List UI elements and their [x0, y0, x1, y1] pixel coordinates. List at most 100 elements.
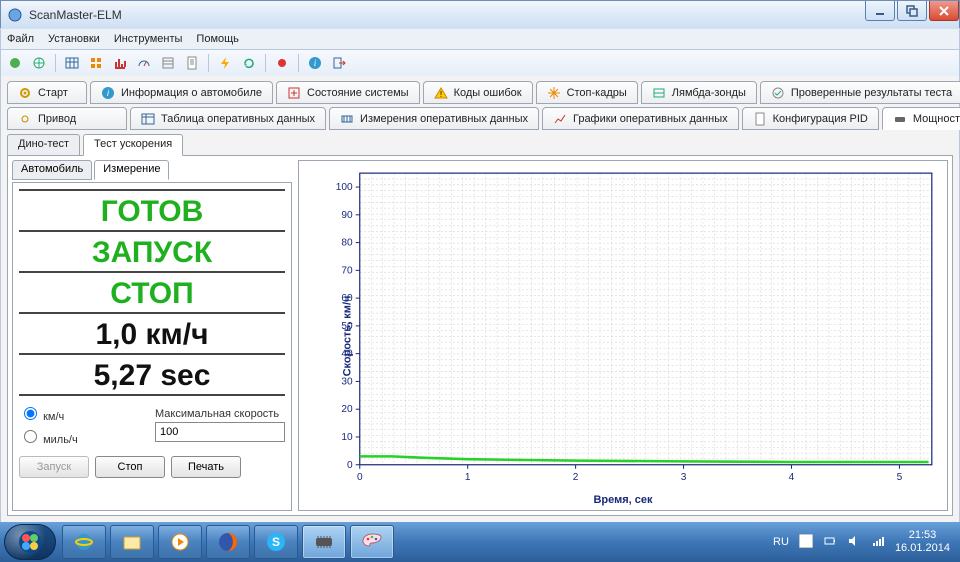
taskbar-paint-icon[interactable]	[350, 525, 394, 559]
innertab-measure[interactable]: Измерение	[94, 160, 169, 180]
tab-label: Таблица оперативных данных	[161, 113, 315, 125]
tray-volume-icon[interactable]	[847, 534, 861, 551]
tray-flag-icon[interactable]	[799, 534, 813, 551]
tab-error-codes[interactable]: ! Коды ошибок	[423, 81, 533, 104]
stop-button[interactable]: Стоп	[95, 456, 165, 478]
taskbar-scanmaster-icon[interactable]	[302, 525, 346, 559]
tab-system-status[interactable]: Состояние системы	[276, 81, 420, 104]
maxspeed-label: Максимальная скорость	[155, 408, 285, 420]
graph-icon	[553, 112, 567, 126]
start-button-taskbar[interactable]	[4, 524, 56, 560]
status-icon	[287, 86, 301, 100]
chart-xlabel: Время, сек	[593, 494, 652, 506]
tab-label: Привод	[38, 113, 76, 125]
speed-value: 1,0 км/ч	[19, 314, 285, 355]
warning-icon: !	[434, 86, 448, 100]
table-icon	[141, 112, 155, 126]
tool-globe-icon[interactable]	[29, 53, 49, 73]
tab-label: Графики оперативных данных	[573, 113, 728, 125]
window-title: ScanMaster-ELM	[29, 8, 122, 22]
maxspeed-input[interactable]	[155, 422, 285, 442]
menu-tools[interactable]: Инструменты	[114, 33, 183, 45]
svg-text:4: 4	[789, 472, 795, 483]
svg-text:!: !	[439, 90, 441, 99]
info-icon: i	[101, 86, 115, 100]
taskbar-explorer-icon[interactable]	[110, 525, 154, 559]
tray-lang[interactable]: RU	[773, 536, 789, 548]
tab-live-table[interactable]: Таблица оперативных данных	[130, 107, 326, 130]
svg-text:S: S	[272, 535, 280, 549]
tool-table-icon[interactable]	[62, 53, 82, 73]
power-subtabs: Дино-тест Тест ускорения	[7, 134, 953, 156]
radio-mph[interactable]: миль/ч	[19, 427, 78, 446]
tab-power[interactable]: Мощность	[882, 107, 960, 130]
tool-connect-icon[interactable]	[5, 53, 25, 73]
tab-pid-config[interactable]: Конфигурация PID	[742, 107, 879, 130]
tool-refresh-icon[interactable]	[239, 53, 259, 73]
tool-record-icon[interactable]	[272, 53, 292, 73]
taskbar-media-icon[interactable]	[158, 525, 202, 559]
menu-bar: Файл Установки Инструменты Помощь	[0, 28, 960, 50]
tab-start[interactable]: Старт	[7, 81, 87, 104]
tool-list-icon[interactable]	[158, 53, 178, 73]
menu-help[interactable]: Помощь	[196, 33, 239, 45]
accel-chart: 0102030405060708090100012345 Скорость, к…	[298, 160, 948, 511]
taskbar-ie-icon[interactable]	[62, 525, 106, 559]
check-icon	[771, 86, 785, 100]
print-button[interactable]: Печать	[171, 456, 241, 478]
tab-label: Лямбда-зонды	[672, 87, 746, 99]
status-launch: ЗАПУСК	[19, 232, 285, 273]
taskbar: S RU 21:53 16.01.2014	[0, 522, 960, 562]
start-button[interactable]: Запуск	[19, 456, 89, 478]
time-value: 5,27 sec	[19, 355, 285, 396]
subtab-accel[interactable]: Тест ускорения	[83, 134, 183, 156]
innertab-car[interactable]: Автомобиль	[12, 160, 92, 180]
svg-text:2: 2	[573, 472, 579, 483]
maximize-button[interactable]	[897, 1, 927, 21]
tab-label: Проверенные результаты теста	[791, 87, 952, 99]
minimize-button[interactable]	[865, 1, 895, 21]
tab-label: Мощность	[913, 113, 960, 125]
taskbar-firefox-icon[interactable]	[206, 525, 250, 559]
tool-exit-icon[interactable]	[329, 53, 349, 73]
lambda-icon	[652, 86, 666, 100]
close-button[interactable]	[929, 1, 959, 21]
measure-panel: ГОТОВ ЗАПУСК СТОП 1,0 км/ч 5,27 sec км/ч…	[12, 182, 292, 511]
tab-label: Измерения оперативных данных	[360, 113, 528, 125]
tray-battery-icon[interactable]	[823, 534, 837, 551]
taskbar-skype-icon[interactable]: S	[254, 525, 298, 559]
tab-vehicle-info[interactable]: i Информация о автомобиле	[90, 81, 273, 104]
tab-live-graphs[interactable]: Графики оперативных данных	[542, 107, 739, 130]
power-icon	[893, 112, 907, 126]
menu-file[interactable]: Файл	[7, 33, 34, 45]
tool-lightning-icon[interactable]	[215, 53, 235, 73]
tool-info-icon[interactable]: i	[305, 53, 325, 73]
toolbar: i	[0, 50, 960, 76]
svg-text:20: 20	[341, 404, 353, 415]
config-icon	[753, 112, 767, 126]
tray-network-icon[interactable]	[871, 534, 885, 551]
status-stop: СТОП	[19, 273, 285, 314]
tool-grid-icon[interactable]	[86, 53, 106, 73]
subtab-dyno[interactable]: Дино-тест	[7, 134, 80, 156]
chart-ylabel: Скорость, км/ч	[341, 295, 353, 376]
tab-live-measure[interactable]: Измерения оперативных данных	[329, 107, 539, 130]
svg-text:3: 3	[681, 472, 687, 483]
tool-doc-icon[interactable]	[182, 53, 202, 73]
svg-text:5: 5	[897, 472, 903, 483]
main-tabs-row2: Привод Таблица оперативных данных Измере…	[0, 104, 960, 130]
svg-text:0: 0	[357, 472, 363, 483]
status-ready: ГОТОВ	[19, 189, 285, 232]
tool-gauge-icon[interactable]	[134, 53, 154, 73]
tab-freeze-frames[interactable]: Стоп-кадры	[536, 81, 638, 104]
svg-text:30: 30	[341, 376, 353, 387]
tab-test-results[interactable]: Проверенные результаты теста	[760, 81, 960, 104]
tab-lambda[interactable]: Лямбда-зонды	[641, 81, 757, 104]
svg-text:10: 10	[341, 432, 353, 443]
menu-settings[interactable]: Установки	[48, 33, 100, 45]
radio-kmh[interactable]: км/ч	[19, 404, 78, 423]
tray-clock[interactable]: 21:53 16.01.2014	[895, 529, 950, 555]
tab-drive[interactable]: Привод	[7, 107, 127, 130]
tab-label: Конфигурация PID	[773, 113, 868, 125]
tool-chart-icon[interactable]	[110, 53, 130, 73]
